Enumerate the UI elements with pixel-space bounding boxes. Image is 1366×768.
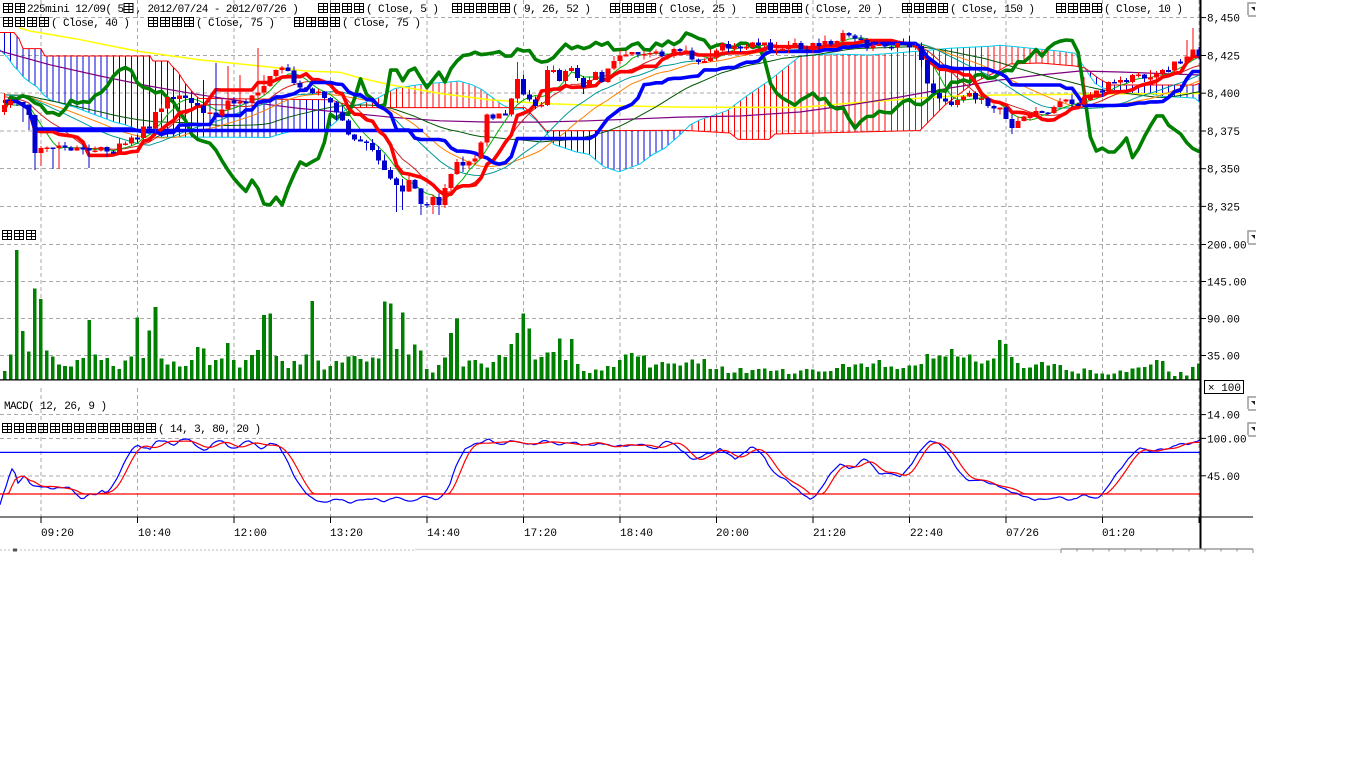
svg-text:8,350: 8,350 <box>1207 165 1240 177</box>
svg-text:( Close, 75 ): ( Close, 75 ) <box>196 18 274 30</box>
svg-text:45.00: 45.00 <box>1207 472 1240 484</box>
svg-text:8,375: 8,375 <box>1207 127 1240 139</box>
svg-text:21:20: 21:20 <box>813 528 846 540</box>
svg-text:8,450: 8,450 <box>1207 14 1240 26</box>
svg-text:( Close, 150 ): ( Close, 150 ) <box>950 4 1034 16</box>
svg-text:13:20: 13:20 <box>330 528 363 540</box>
svg-text:100.00: 100.00 <box>1207 434 1247 446</box>
svg-text:20:00: 20:00 <box>716 528 749 540</box>
svg-text:( Close, 20 ): ( Close, 20 ) <box>804 4 882 16</box>
svg-text:( Close, 10 ): ( Close, 10 ) <box>1104 4 1182 16</box>
svg-text:07/26: 07/26 <box>1006 528 1039 540</box>
svg-text:12:00: 12:00 <box>234 528 267 540</box>
svg-text:17:20: 17:20 <box>524 528 557 540</box>
svg-text:01:20: 01:20 <box>1102 528 1135 540</box>
svg-text:8,325: 8,325 <box>1207 202 1240 214</box>
svg-text:8,425: 8,425 <box>1207 52 1240 64</box>
svg-text:14:40: 14:40 <box>427 528 460 540</box>
svg-text:09:20: 09:20 <box>41 528 74 540</box>
svg-text:( Close, 5 ): ( Close, 5 ) <box>366 4 438 16</box>
svg-text:225mini 12/09( 5: 225mini 12/09( 5 <box>27 4 124 16</box>
svg-text:× 100: × 100 <box>1208 383 1241 395</box>
svg-text:MACD( 12, 26, 9 ): MACD( 12, 26, 9 ) <box>4 401 107 413</box>
svg-text:( 14, 3, 80, 20 ): ( 14, 3, 80, 20 ) <box>158 424 261 436</box>
svg-text:35.00: 35.00 <box>1207 352 1240 364</box>
svg-text:( Close, 40 ): ( Close, 40 ) <box>51 18 129 30</box>
svg-text:22:40: 22:40 <box>910 528 943 540</box>
svg-text:, 2012/07/24 - 2012/07/26 ): , 2012/07/24 - 2012/07/26 ) <box>135 4 298 16</box>
svg-text:145.00: 145.00 <box>1207 278 1247 290</box>
svg-text:18:40: 18:40 <box>620 528 653 540</box>
svg-text:( Close, 75 ): ( Close, 75 ) <box>342 18 420 30</box>
svg-text:90.00: 90.00 <box>1207 315 1240 327</box>
svg-text:( Close, 25 ): ( Close, 25 ) <box>658 4 736 16</box>
svg-text:( 9, 26, 52 ): ( 9, 26, 52 ) <box>512 4 590 16</box>
svg-text:200.00: 200.00 <box>1207 241 1247 253</box>
svg-text:8,400: 8,400 <box>1207 89 1240 101</box>
svg-text:10:40: 10:40 <box>138 528 171 540</box>
svg-text:14.00: 14.00 <box>1207 411 1240 423</box>
